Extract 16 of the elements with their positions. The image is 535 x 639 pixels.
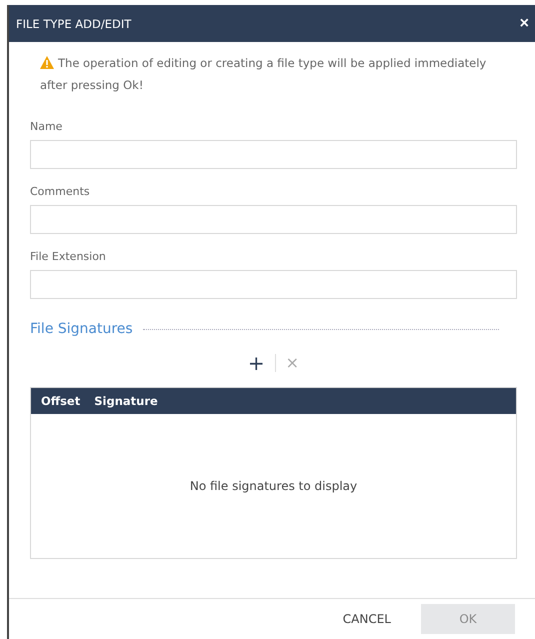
section-title: File Signatures [30,321,133,337]
text-field[interactable] [30,270,517,299]
close-button[interactable]: × [520,16,529,32]
field-label: File Extension [30,250,106,264]
add-button[interactable]: + [238,353,275,373]
text-field[interactable] [30,205,517,234]
column-header[interactable]: Signature [94,394,158,408]
empty-message: No file signatures to display [190,479,358,493]
text-field[interactable] [30,140,517,169]
cancel-button[interactable]: CANCEL [336,604,397,634]
warning-message: The operation of editing or creating a file type will be applied immediately after pressing Ok! [40,55,488,94]
field-label: Comments [30,185,90,199]
column-header[interactable]: Offset [41,394,80,408]
warning-icon [40,56,54,69]
window-title: FILE TYPE ADD/EDIT [16,16,132,30]
field-label: Name [30,120,62,134]
